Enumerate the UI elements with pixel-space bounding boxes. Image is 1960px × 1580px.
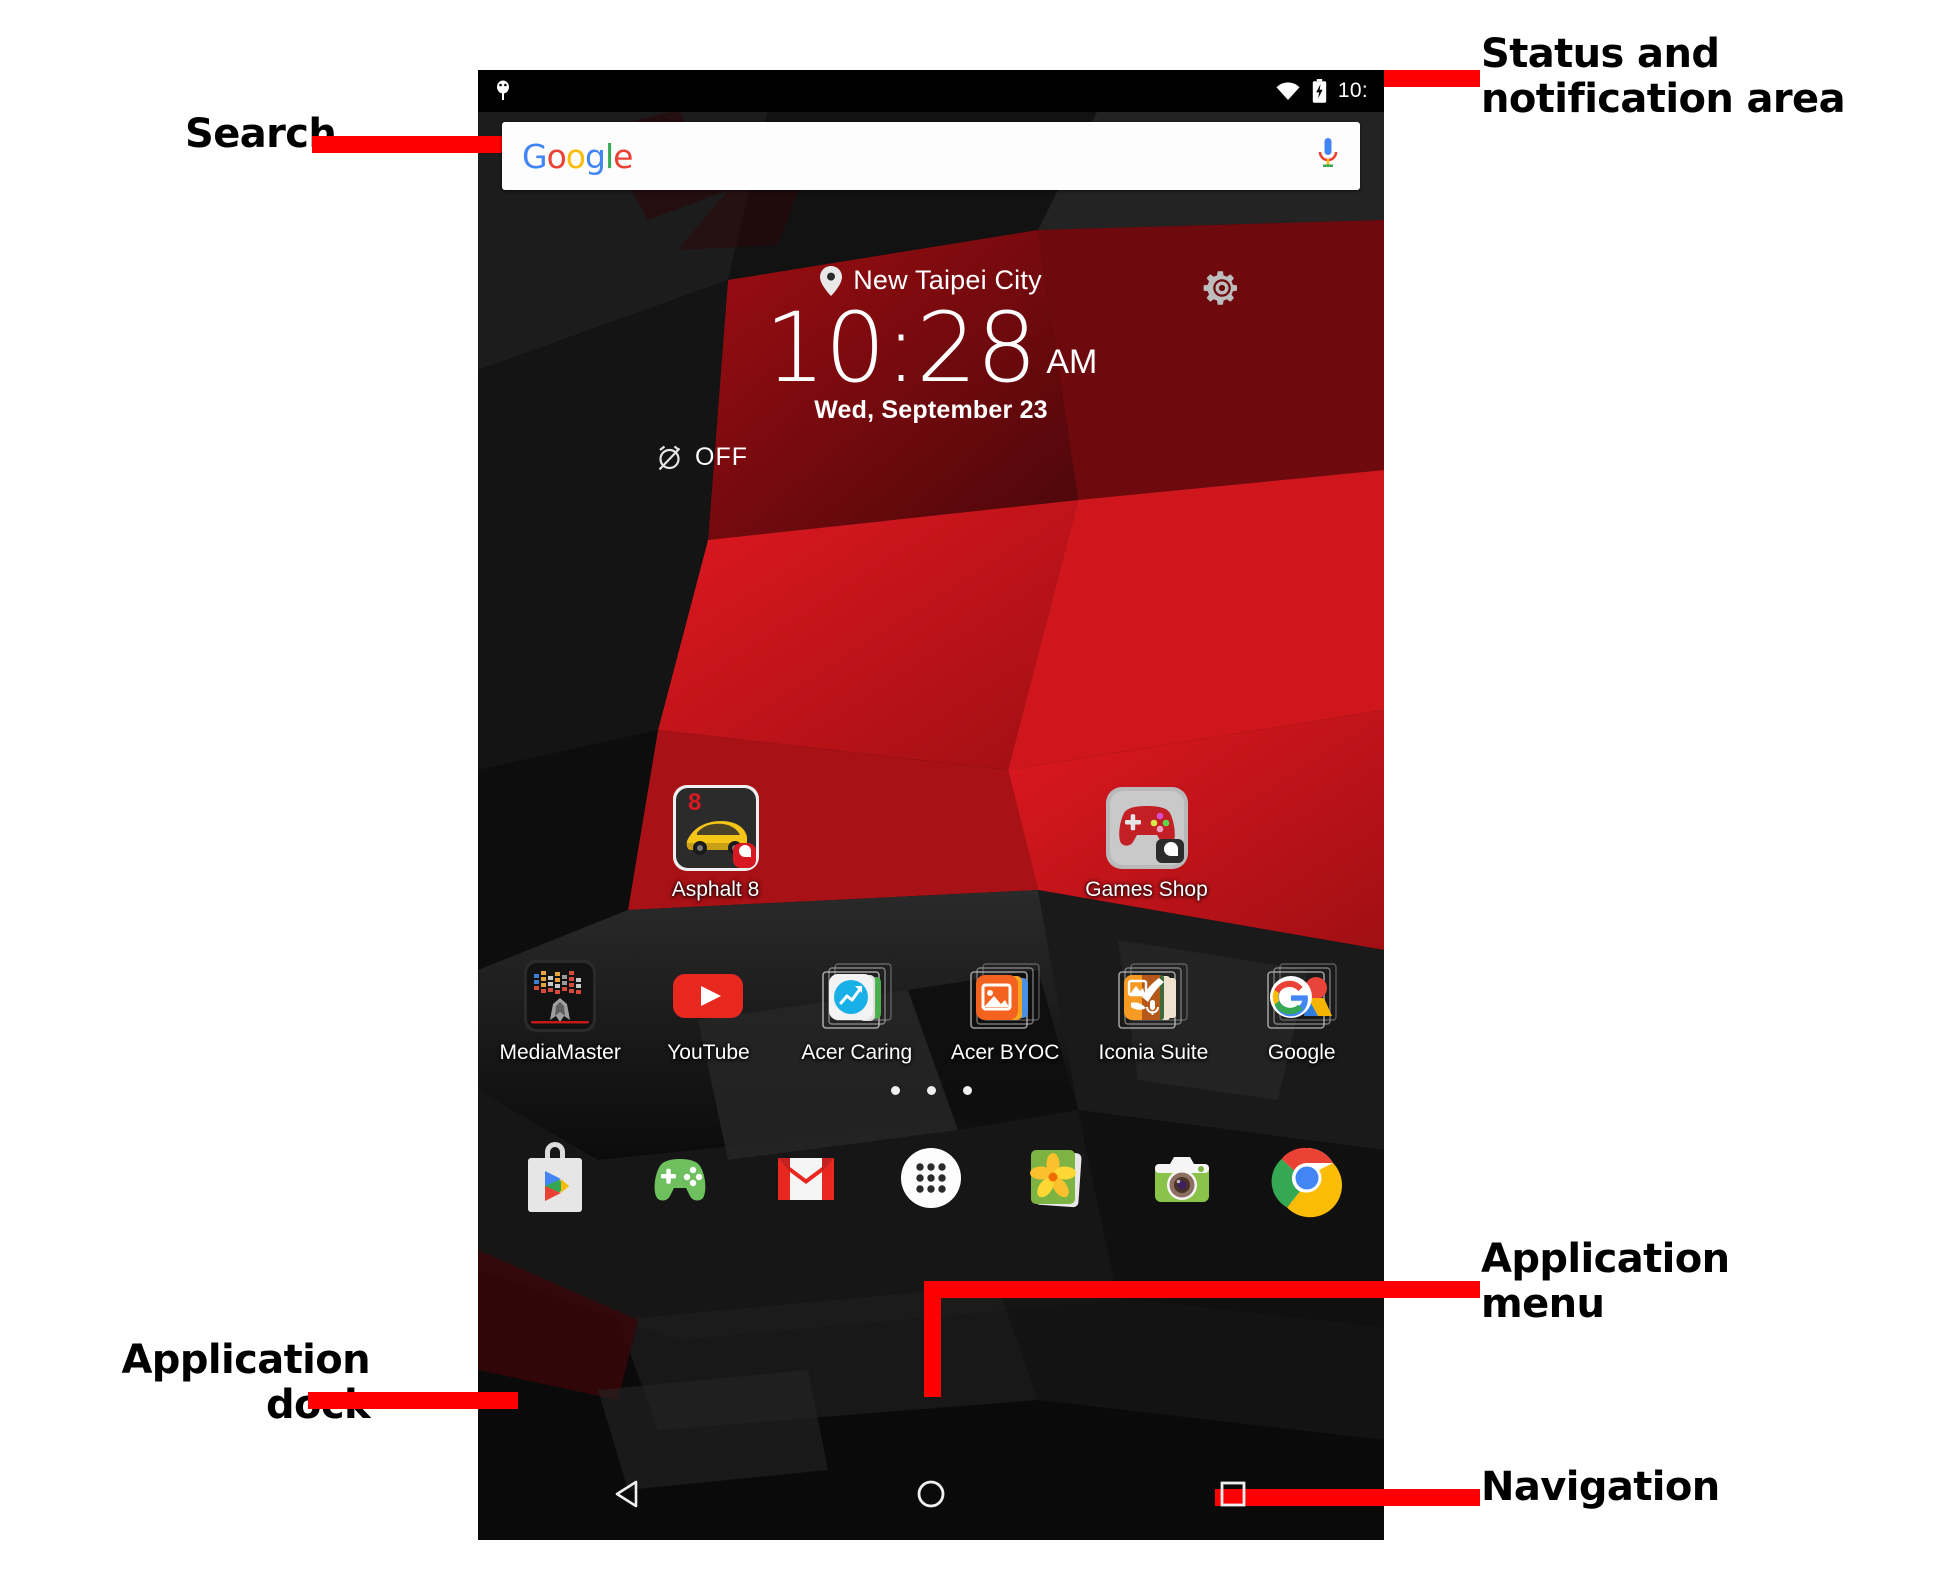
clock-widget[interactable]: New Taipei City 10:28 AM Wed, September … [478, 265, 1384, 472]
acer-caring-folder-icon [819, 958, 895, 1034]
screenshot-root: 10: Google New Taipei City 10:28 AM Wed,… [0, 0, 1960, 1580]
home-app-iconia-suite[interactable]: Iconia Suite [1079, 958, 1227, 1065]
page-indicator[interactable] [478, 1086, 1384, 1095]
status-and-notification-bar[interactable]: 10: [478, 70, 1384, 112]
back-triangle-icon [615, 1480, 638, 1508]
gmail-icon [766, 1138, 846, 1218]
home-app-youtube[interactable]: YouTube [634, 958, 782, 1065]
google-logo: Google [522, 136, 633, 176]
android-debug-icon [497, 80, 509, 100]
alarm-status-row[interactable]: OFF [478, 443, 1384, 472]
page-dot-active[interactable] [926, 1086, 936, 1095]
voice-search-button[interactable] [1316, 137, 1340, 176]
chrome-icon [1267, 1138, 1347, 1218]
clock-date: Wed, September 23 [814, 396, 1048, 425]
status-clock: 10: [1337, 79, 1368, 102]
home-app-acer-byoc[interactable]: Acer BYOC [931, 958, 1079, 1065]
app-label: Acer BYOC [950, 1041, 1060, 1064]
gallery-icon [1016, 1138, 1096, 1218]
home-circle-icon [917, 1480, 945, 1508]
app-label: Acer Caring [801, 1041, 913, 1064]
annotation-label-appmenu: Application menu [1481, 1236, 1730, 1327]
alarm-status-label: OFF [695, 443, 748, 472]
dock-item-play-store[interactable] [492, 1138, 617, 1218]
annotation-label-navigation: Navigation [1481, 1464, 1720, 1510]
iconia-suite-folder-icon [1115, 958, 1191, 1034]
clock-time-row: 10:28 AM [478, 292, 1384, 404]
annotation-label-appdock: Application dock [121, 1337, 370, 1427]
navigation-bar [478, 1448, 1384, 1540]
dock-item-app-menu[interactable] [868, 1138, 993, 1218]
dock-item-chrome[interactable] [1245, 1138, 1370, 1218]
battery-charging-icon [1312, 79, 1327, 103]
google-folder-icon [1264, 958, 1340, 1034]
clock-meridiem: AM [1046, 343, 1098, 382]
wifi-icon [1276, 82, 1300, 100]
annotation-line-search [312, 136, 524, 153]
status-icons: 10: [1275, 79, 1368, 103]
home-app-mediamaster[interactable]: MediaMaster [486, 958, 634, 1065]
dock-item-gmail[interactable] [743, 1138, 868, 1218]
annotation-line-appmenu-horizontal [924, 1281, 1480, 1298]
dock-item-gallery[interactable] [994, 1138, 1119, 1218]
home-button[interactable] [780, 1478, 1082, 1510]
clock-time: 10:28 [764, 292, 1038, 404]
home-app-google-folder[interactable]: Google [1228, 958, 1376, 1065]
games-shop-icon [1104, 785, 1190, 871]
svg-text:8: 8 [688, 789, 701, 816]
page-dot[interactable] [890, 1086, 900, 1095]
location-pin-icon [820, 265, 843, 296]
clock-settings-button[interactable] [1203, 269, 1241, 312]
mediamaster-icon [522, 958, 598, 1034]
microphone-icon [1318, 137, 1338, 167]
back-button[interactable] [478, 1477, 780, 1511]
app-label: Iconia Suite [1098, 1041, 1209, 1064]
dock-item-camera[interactable] [1119, 1138, 1244, 1218]
youtube-icon [670, 958, 746, 1034]
app-label: Google [1267, 1041, 1336, 1064]
page-dot[interactable] [962, 1086, 972, 1095]
recents-square-icon [1220, 1481, 1246, 1507]
home-app-row-top: 8 Asphalt 8 Games Shop [478, 785, 1384, 902]
home-app-asphalt-8[interactable]: 8 Asphalt 8 [500, 785, 931, 902]
recents-button[interactable] [1082, 1479, 1384, 1509]
dock-item-play-games[interactable] [617, 1138, 742, 1218]
alarm-off-icon [658, 445, 681, 471]
annotation-line-appmenu-vertical [924, 1281, 941, 1397]
google-search-widget[interactable]: Google [502, 122, 1360, 190]
application-dock [478, 1116, 1384, 1240]
home-app-games-shop[interactable]: Games Shop [931, 785, 1362, 902]
gear-icon [1203, 271, 1237, 305]
status-notifications [494, 80, 512, 102]
play-games-icon [640, 1138, 720, 1218]
annotation-label-status: Status and notification area [1481, 31, 1846, 122]
camera-icon [1142, 1138, 1222, 1218]
asphalt-8-icon: 8 [672, 785, 759, 871]
home-app-row-middle: MediaMaster YouTube Acer Caring Acer BYO… [478, 958, 1384, 1065]
annotation-line-appdock [308, 1392, 518, 1409]
home-app-acer-caring[interactable]: Acer Caring [783, 958, 931, 1065]
play-store-icon [515, 1138, 595, 1218]
app-label: MediaMaster [499, 1041, 621, 1064]
acer-byoc-folder-icon [967, 958, 1043, 1034]
app-drawer-icon [891, 1138, 971, 1218]
app-label: Games Shop [1085, 878, 1208, 901]
app-label: YouTube [667, 1041, 750, 1064]
app-label: Asphalt 8 [671, 878, 760, 901]
